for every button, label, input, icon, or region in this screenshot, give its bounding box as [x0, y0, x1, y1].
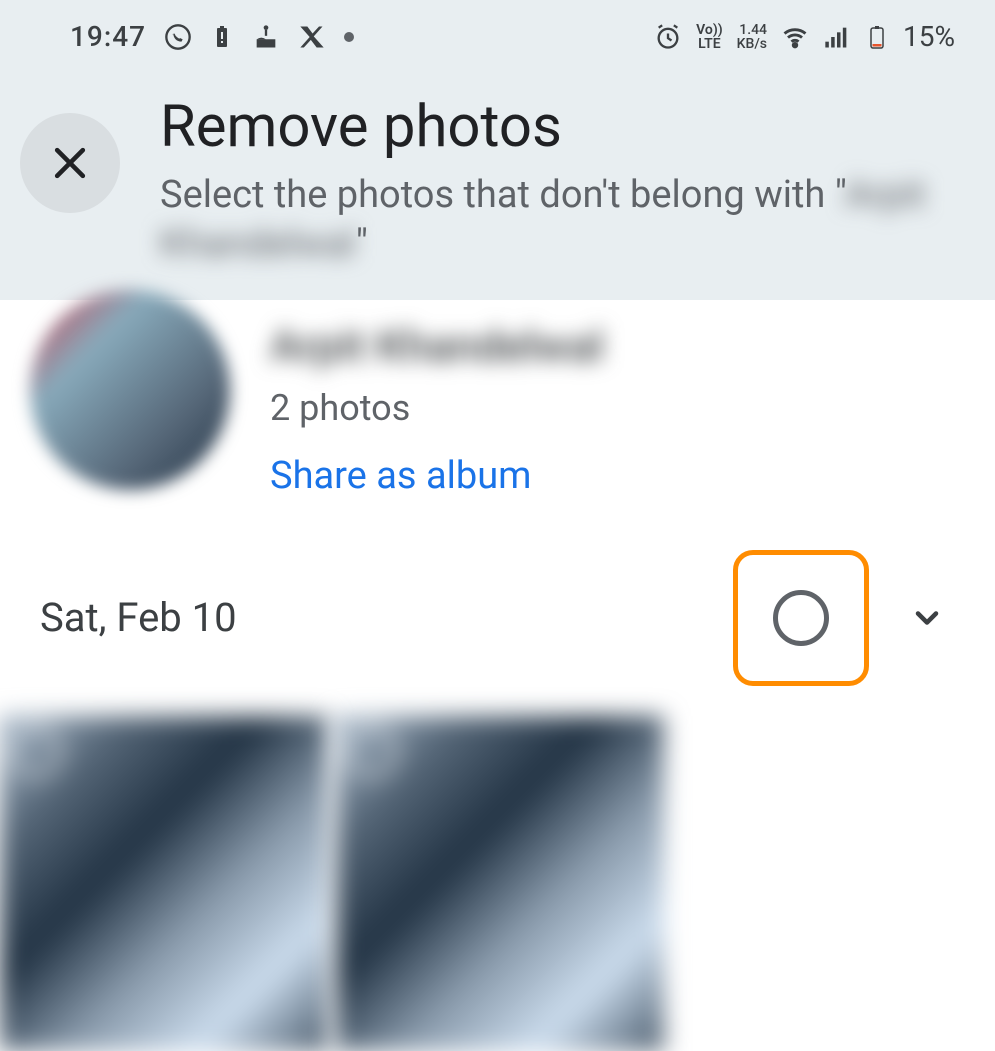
photo-thumbnail[interactable] [0, 716, 328, 1051]
status-bar: 19:47 Vo)) LTE 1.44 KB/s 15% [0, 0, 995, 63]
page-subtitle: Select the photos that don't belong with… [160, 171, 955, 270]
subtitle-prefix: Select the photos that don't belong with… [160, 173, 845, 217]
whatsapp-icon [164, 23, 192, 51]
person-name: Arpit Khandelwal [270, 320, 604, 372]
chevron-down-icon[interactable] [909, 600, 945, 636]
volte-indicator: Vo)) LTE [696, 23, 723, 51]
photo-grid [0, 716, 995, 1051]
alarm-icon [654, 23, 682, 51]
volte-top: Vo)) [696, 23, 723, 37]
close-button[interactable] [20, 113, 120, 213]
share-as-album-link[interactable]: Share as album [270, 454, 604, 498]
photo-count: 2 photos [270, 387, 604, 429]
battery-alert-icon [210, 25, 234, 49]
date-label: Sat, Feb 10 [40, 594, 237, 641]
x-icon [298, 23, 326, 51]
more-notifications-icon [344, 32, 354, 42]
volte-bottom: LTE [698, 37, 720, 51]
person-info-row: Arpit Khandelwal 2 photos Share as album [0, 300, 995, 520]
subtitle-suffix: " [356, 222, 368, 266]
battery-icon [865, 25, 889, 49]
annotation-highlight [733, 550, 869, 686]
status-time: 19:47 [70, 20, 146, 53]
photo-thumbnail[interactable] [336, 716, 664, 1051]
speed-top: 1.44 [739, 23, 767, 37]
date-section-header: Sat, Feb 10 [0, 520, 995, 716]
wifi-icon [781, 23, 809, 51]
avatar[interactable] [30, 290, 230, 490]
select-all-toggle[interactable] [773, 590, 829, 646]
battery-percent: 15% [903, 20, 955, 53]
speed-bottom: KB/s [737, 37, 767, 51]
close-icon [48, 141, 92, 185]
cell-signal-icon [823, 23, 851, 51]
page-header: Remove photos Select the photos that don… [0, 63, 995, 280]
status-bar-left: 19:47 [70, 20, 354, 53]
page-title: Remove photos [160, 93, 955, 161]
network-speed: 1.44 KB/s [737, 23, 767, 51]
status-bar-right: Vo)) LTE 1.44 KB/s 15% [654, 20, 955, 53]
birthday-icon [252, 23, 280, 51]
